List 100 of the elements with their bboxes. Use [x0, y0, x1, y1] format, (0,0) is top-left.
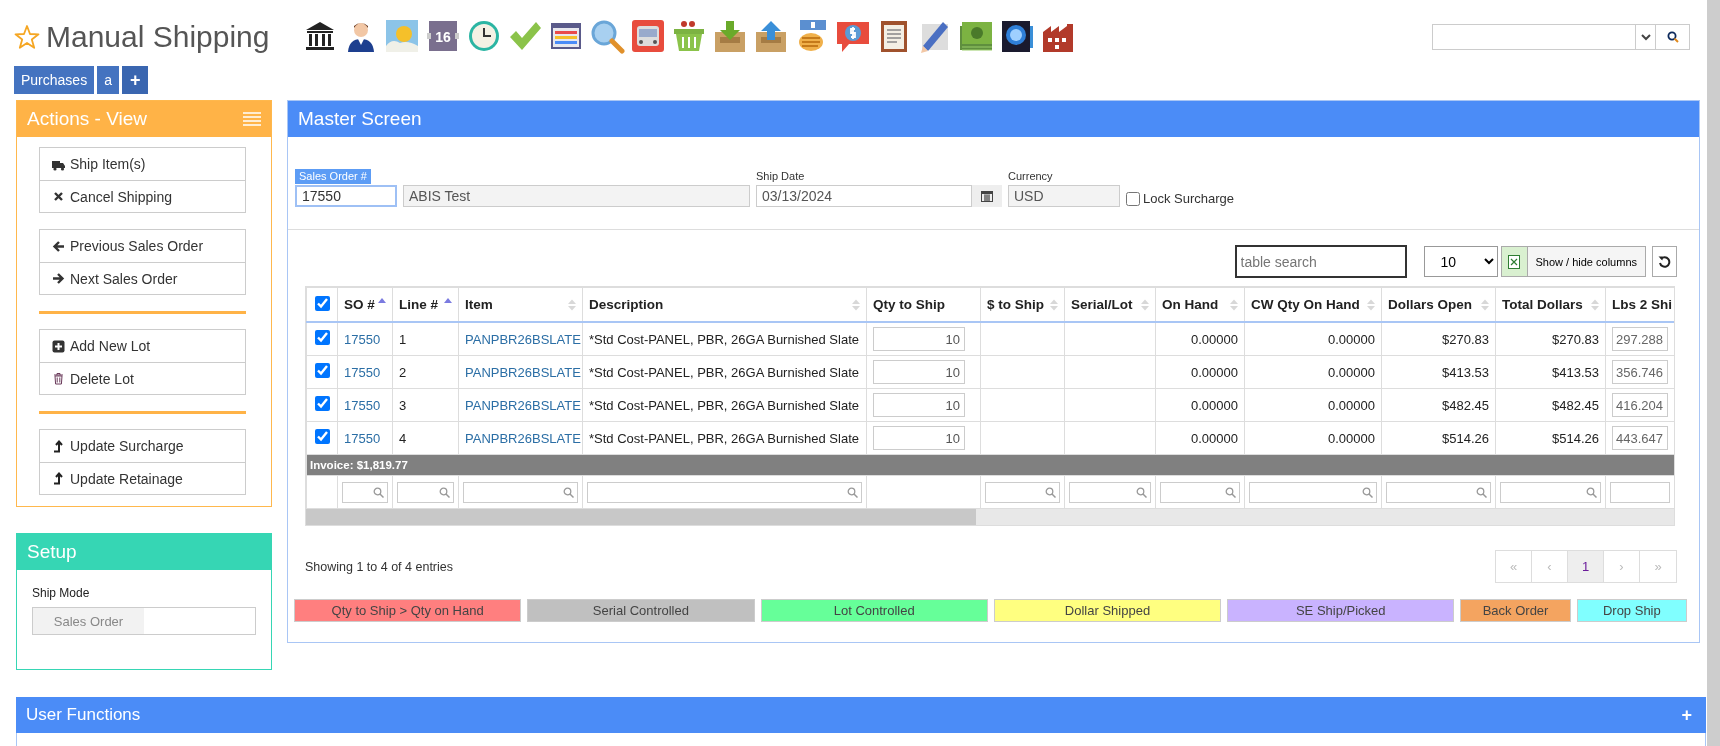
table-search-field[interactable]: table search: [1234, 245, 1407, 278]
column-header[interactable]: Total Dollars: [1495, 287, 1606, 322]
sort-icon: [1481, 298, 1489, 311]
table-cell: 3: [392, 388, 459, 422]
row-checkbox[interactable]: [314, 330, 330, 345]
row-checkbox[interactable]: [314, 396, 330, 411]
legend-item: Serial Controlled: [527, 599, 755, 622]
star-icon[interactable]: [14, 24, 40, 50]
table-cell: *Std Cost-PANEL, PBR, 26GA Burnished Slate: [582, 388, 867, 422]
table-cell-input[interactable]: 356.746: [1612, 360, 1668, 384]
column-filter-field[interactable]: [587, 481, 862, 503]
column-filter-field[interactable]: [1249, 481, 1377, 503]
trash-icon: [52, 372, 65, 385]
table-cell: 0.00000: [1244, 355, 1382, 389]
table-info: Showing 1 to 4 of 4 entries: [305, 559, 453, 574]
search-icon: [1045, 486, 1056, 498]
table-cell: 0.00000: [1155, 388, 1245, 422]
add-tab-button[interactable]: +: [121, 66, 149, 94]
search-icon: [1476, 486, 1487, 498]
column-header[interactable]: Qty to Ship: [866, 287, 981, 322]
search-icon: [1666, 31, 1679, 43]
sort-icon: [1050, 298, 1058, 311]
column-header[interactable]: Lbs 2 Shi: [1605, 287, 1674, 322]
table-cell-input[interactable]: 416.204: [1612, 393, 1668, 417]
page-button[interactable]: 1: [1568, 551, 1604, 582]
column-header[interactable]: CW Qty On Hand: [1244, 287, 1382, 322]
legend-item: SE Ship/Picked: [1227, 599, 1455, 622]
column-header[interactable]: Item: [458, 287, 583, 322]
table-cell: 0.00000: [1155, 421, 1245, 455]
panel-title: User Functions: [26, 705, 141, 725]
column-filter-field[interactable]: [985, 481, 1060, 503]
tab[interactable]: a: [97, 66, 119, 94]
checkbox-label: Lock Surcharge: [1143, 191, 1235, 206]
select-all-checkbox[interactable]: [314, 295, 330, 311]
table-cell: 1: [392, 322, 459, 356]
spreadsheet-icon: [1508, 254, 1520, 269]
table-cell-input[interactable]: 10: [873, 393, 965, 417]
refresh-icon: [1658, 255, 1671, 268]
bus-icon[interactable]: [629, 18, 666, 54]
column-header[interactable]: Serial/Lot: [1064, 287, 1156, 322]
table-cell: *Std Cost-PANEL, PBR, 26GA Burnished Slate: [582, 355, 867, 389]
table-cell: $270.83: [1381, 322, 1496, 356]
column-header[interactable]: Line #: [392, 287, 459, 322]
column-filter-field[interactable]: [1069, 481, 1151, 503]
calendar-button[interactable]: [972, 185, 1002, 207]
column-filter-field[interactable]: [1386, 481, 1491, 503]
column-header[interactable]: Description: [582, 287, 867, 322]
table-cell-input[interactable]: 10: [873, 327, 965, 351]
search-icon: [1586, 486, 1597, 498]
currency-field[interactable]: USD: [1008, 185, 1120, 207]
column-header[interactable]: Dollars Open: [1381, 287, 1496, 322]
legend-item: Lot Controlled: [760, 599, 988, 622]
legend-item: Drop Ship: [1576, 599, 1687, 622]
page-scrollbar[interactable]: [1707, 0, 1720, 746]
column-filter-field[interactable]: [342, 481, 388, 503]
column-header[interactable]: SO #: [337, 287, 393, 322]
column-filter-field[interactable]: [463, 481, 578, 503]
legend-item: Dollar Shipped: [993, 599, 1222, 622]
field-label: Ship Date: [756, 169, 806, 184]
arrow-left-icon: [52, 239, 65, 253]
page-length-select[interactable]: 10: [1423, 246, 1498, 277]
table-cell: $514.26: [1495, 421, 1606, 455]
ship-date-field[interactable]: 03/13/2024: [756, 185, 972, 207]
search-icon: [563, 486, 574, 498]
close-icon: [52, 190, 65, 203]
table-cell: *Std Cost-PANEL, PBR, 26GA Burnished Slate: [582, 421, 867, 455]
row-checkbox[interactable]: [314, 363, 330, 378]
horizontal-scrollbar[interactable]: [306, 509, 1674, 525]
column-filter-field[interactable]: [1500, 481, 1601, 503]
table-cell-input[interactable]: 297.288: [1612, 327, 1668, 351]
table-cell-input[interactable]: 10: [873, 360, 965, 384]
lock-surcharge-checkbox[interactable]: [1126, 191, 1140, 206]
column-filter-field[interactable]: [1610, 481, 1670, 503]
tab[interactable]: Purchases: [14, 66, 95, 94]
panel-title: Actions - View: [27, 108, 148, 130]
field-label: Sales Order #: [295, 169, 371, 184]
scrollbar-thumb[interactable]: [306, 509, 977, 525]
search-icon: [1362, 486, 1373, 498]
table-cell-input[interactable]: 10: [873, 426, 965, 450]
sort-icon: [568, 298, 576, 311]
column-header[interactable]: On Hand: [1155, 287, 1245, 322]
table-cell: $413.53: [1381, 355, 1496, 389]
column-filter-field[interactable]: [1160, 481, 1240, 503]
table-cell: 0.00000: [1244, 388, 1382, 422]
customer-field[interactable]: ABIS Test: [403, 185, 750, 207]
row-checkbox[interactable]: [314, 429, 330, 444]
column-header[interactable]: $ to Ship: [980, 287, 1065, 322]
reset-button[interactable]: [1652, 246, 1677, 277]
sort-ascending-icon: [378, 297, 386, 303]
excel-export-button[interactable]: [1500, 246, 1528, 277]
sales-order-field[interactable]: 17550: [295, 185, 397, 207]
level-up-arrow-icon: [52, 439, 65, 453]
show-hide-columns-button[interactable]: Show / hide columns: [1527, 246, 1646, 277]
table-cell: $514.26: [1381, 421, 1496, 455]
chevron-down-icon[interactable]: [1640, 33, 1651, 41]
table-cell-input[interactable]: 443.647: [1612, 426, 1668, 450]
plus-square-icon: [52, 339, 65, 353]
column-filter-field[interactable]: [397, 481, 454, 503]
search-icon: [847, 486, 858, 498]
table-cell: $482.45: [1495, 388, 1606, 422]
